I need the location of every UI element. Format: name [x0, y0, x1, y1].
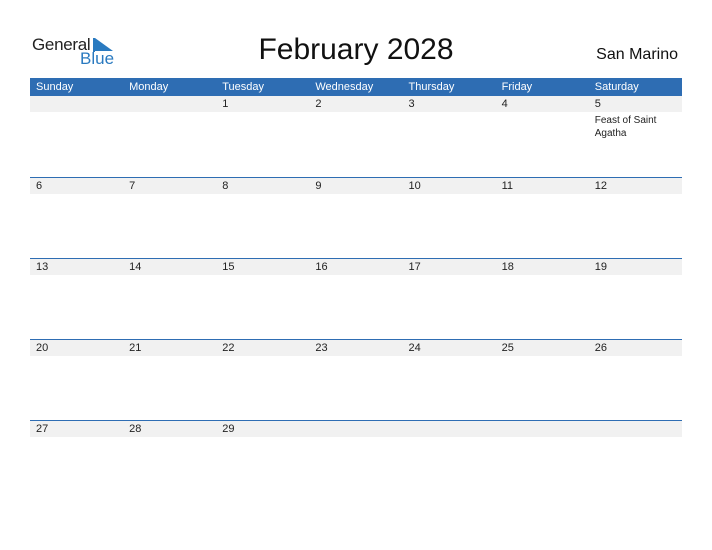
- holiday-event: [309, 275, 402, 277]
- holiday-event: [123, 356, 216, 358]
- holiday-event: [30, 356, 123, 358]
- day-number: 21: [129, 342, 142, 354]
- day-number: [30, 96, 123, 112]
- holiday-event: [589, 275, 682, 277]
- day-number: 5: [594, 98, 601, 110]
- day-number: 19: [594, 261, 607, 273]
- holiday-event: [496, 437, 589, 439]
- week-row: 27 28 29: [30, 420, 682, 502]
- holiday-event: [403, 194, 496, 196]
- day-number: 9: [315, 180, 322, 192]
- day-number: 11: [501, 180, 514, 192]
- holiday-event: [216, 112, 309, 140]
- day-number: 16: [315, 261, 328, 273]
- date-strip: 27 28 29: [30, 421, 682, 437]
- events-row: [30, 437, 682, 439]
- weekday-header: Sunday Monday Tuesday Wednesday Thursday…: [30, 78, 682, 96]
- holiday-event: [403, 356, 496, 358]
- holiday-event: [496, 194, 589, 196]
- week-row: 20 21 22 23 24 25 26: [30, 339, 682, 421]
- day-number: 20: [36, 342, 49, 354]
- weekday-monday: Monday: [129, 81, 169, 93]
- holiday-event: [496, 356, 589, 358]
- holiday-event: [123, 275, 216, 277]
- holiday-event: [309, 194, 402, 196]
- holiday-event: [403, 275, 496, 277]
- date-strip: 1 2 3 4 5: [30, 96, 682, 112]
- day-number: [403, 421, 496, 437]
- weekday-friday: Friday: [501, 81, 533, 93]
- holiday-event: [589, 356, 682, 358]
- day-number: 24: [408, 342, 421, 354]
- holiday-event: [123, 437, 216, 439]
- week-row: 13 14 15 16 17 18 19: [30, 258, 682, 340]
- day-number: 15: [222, 261, 235, 273]
- day-number: 6: [36, 180, 43, 192]
- day-number: 17: [408, 261, 421, 273]
- day-number: 8: [222, 180, 229, 192]
- day-number: 13: [36, 261, 49, 273]
- day-number: 28: [129, 423, 142, 435]
- holiday-event: [216, 275, 309, 277]
- date-strip: 13 14 15 16 17 18 19: [30, 259, 682, 275]
- day-number: 23: [315, 342, 328, 354]
- holiday-event: [403, 437, 496, 439]
- day-number: 2: [315, 98, 322, 110]
- holiday-event: [216, 356, 309, 358]
- holiday-event: [496, 275, 589, 277]
- country-label: San Marino: [596, 46, 678, 63]
- day-number: 3: [408, 98, 415, 110]
- weekday-tuesday: Tuesday: [222, 81, 265, 93]
- day-number: 22: [222, 342, 235, 354]
- week-row: 1 2 3 4 5 Feast of Saint Agatha: [30, 96, 682, 177]
- day-number: 27: [36, 423, 49, 435]
- day-number: [589, 421, 682, 437]
- day-number: 1: [222, 98, 229, 110]
- day-number: 4: [501, 98, 508, 110]
- events-row: Feast of Saint Agatha: [30, 112, 682, 140]
- weekday-sunday: Sunday: [36, 81, 74, 93]
- holiday-event: [30, 437, 123, 439]
- holiday-event: [496, 112, 589, 140]
- weekday-wednesday: Wednesday: [315, 81, 374, 93]
- weekday-saturday: Saturday: [594, 81, 639, 93]
- day-number: 12: [594, 180, 607, 192]
- holiday-event: [30, 194, 123, 196]
- events-row: [30, 356, 682, 358]
- day-number: 25: [501, 342, 514, 354]
- holiday-event: [309, 112, 402, 140]
- day-number: 7: [129, 180, 136, 192]
- holiday-event: [589, 437, 682, 439]
- day-number: [496, 421, 589, 437]
- holiday-event: [216, 194, 309, 196]
- events-row: [30, 194, 682, 196]
- weekday-thursday: Thursday: [408, 81, 455, 93]
- holiday-event: [123, 194, 216, 196]
- holiday-event: [30, 112, 123, 140]
- events-row: [30, 275, 682, 277]
- holiday-event: Feast of Saint Agatha: [594, 115, 657, 139]
- day-number: 26: [594, 342, 607, 354]
- holiday-event: [30, 275, 123, 277]
- day-number: [123, 96, 216, 112]
- holiday-event: [403, 112, 496, 140]
- date-strip: 20 21 22 23 24 25 26: [30, 340, 682, 356]
- day-number: 29: [222, 423, 235, 435]
- date-strip: 6 7 8 9 10 11 12: [30, 178, 682, 194]
- holiday-event: [309, 356, 402, 358]
- holiday-event: [216, 437, 309, 439]
- day-number: 10: [408, 180, 421, 192]
- holiday-event: [123, 112, 216, 140]
- holiday-event: [309, 437, 402, 439]
- day-number: 14: [129, 261, 142, 273]
- holiday-event: [589, 194, 682, 196]
- day-number: [309, 421, 402, 437]
- day-number: 18: [501, 261, 514, 273]
- week-row: 6 7 8 9 10 11 12: [30, 177, 682, 259]
